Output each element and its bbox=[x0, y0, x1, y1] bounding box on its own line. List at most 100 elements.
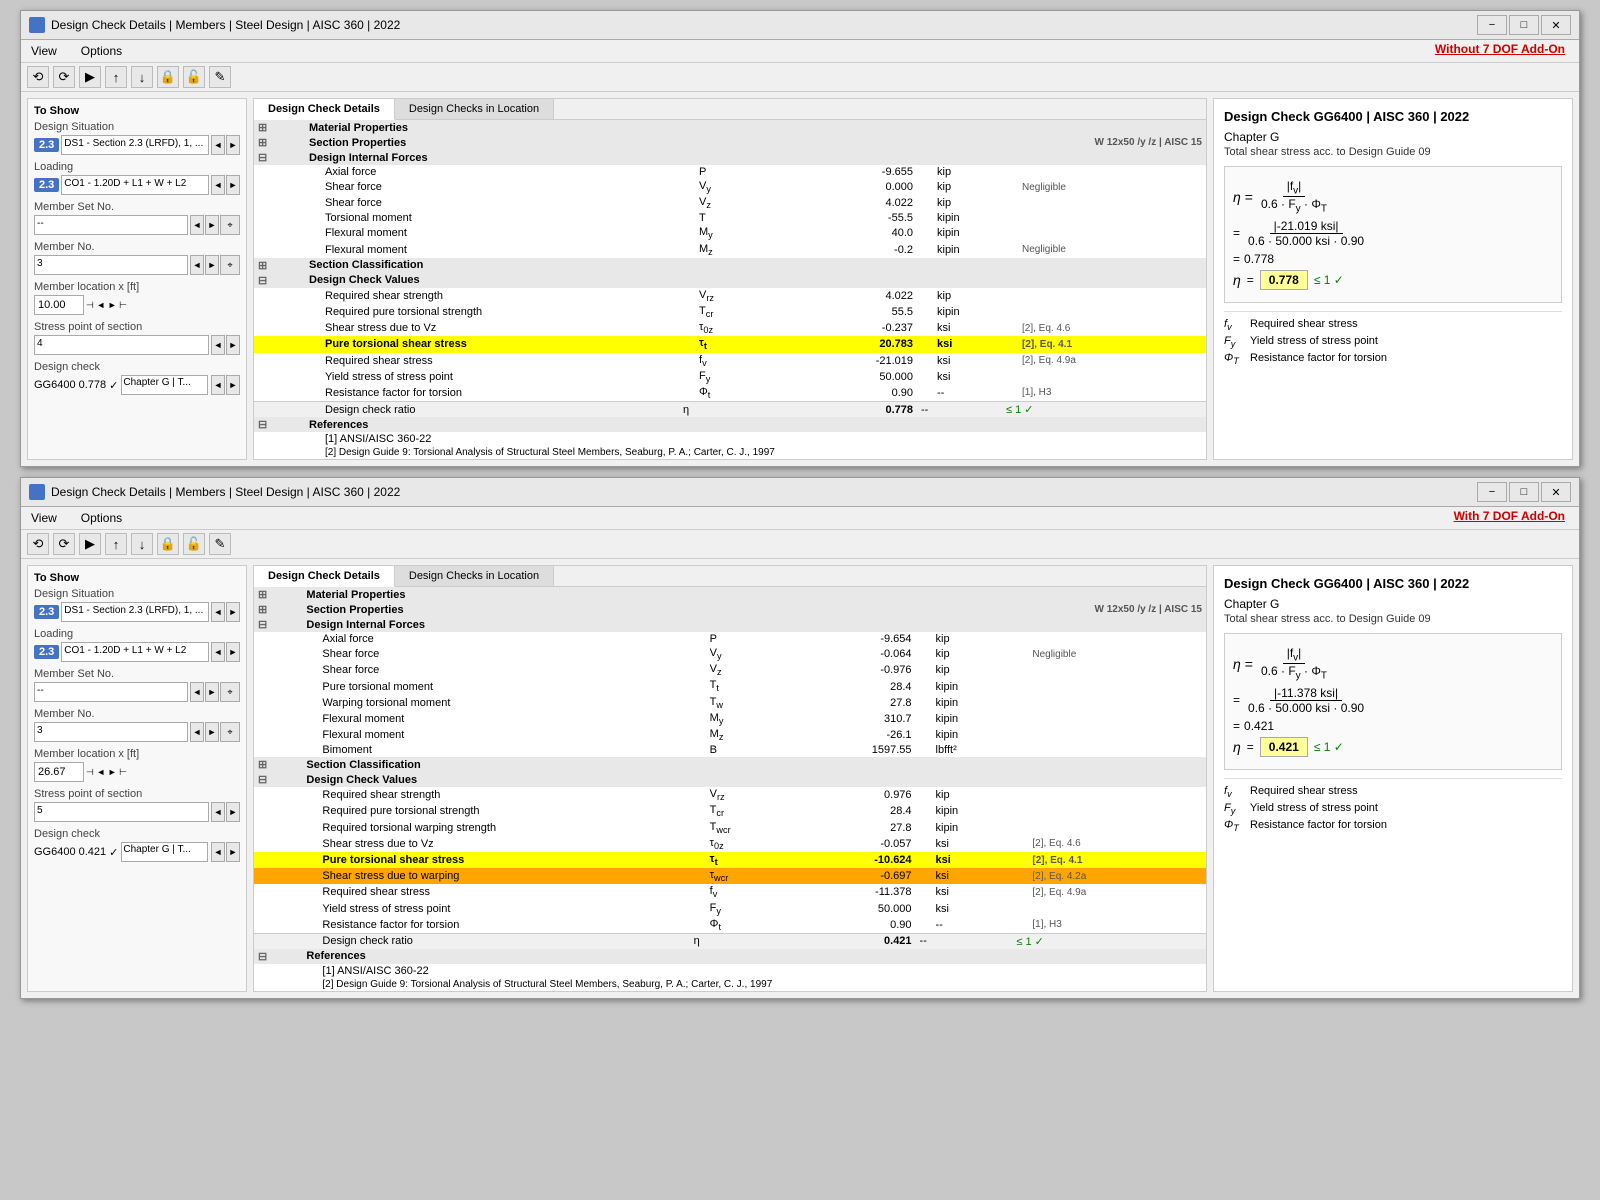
toolbar2-btn-6[interactable]: 🔒 bbox=[157, 533, 179, 555]
member-set-select-2[interactable]: -- bbox=[34, 682, 188, 702]
ms-goto-1[interactable]: ⌖ bbox=[220, 215, 240, 235]
member-no-nav-1[interactable]: ◄ ► ⌖ bbox=[190, 255, 240, 275]
toolbar2-btn-1[interactable]: ⟲ bbox=[27, 533, 49, 555]
title-controls-1[interactable]: − □ ✕ bbox=[1477, 15, 1571, 35]
sp-nav-2[interactable]: ◄ ► bbox=[211, 802, 240, 822]
sp-prev-2[interactable]: ◄ bbox=[211, 802, 225, 822]
mn-next-2[interactable]: ► bbox=[205, 722, 219, 742]
toolbar2-btn-4[interactable]: ↑ bbox=[105, 533, 127, 555]
toolbar-btn-3[interactable]: ▶ bbox=[79, 66, 101, 88]
dc-prev-2[interactable]: ◄ bbox=[211, 842, 225, 862]
loading-next-1[interactable]: ► bbox=[226, 175, 240, 195]
toolbar-btn-4[interactable]: ↑ bbox=[105, 66, 127, 88]
forces-expand-2[interactable]: ⊟ bbox=[258, 619, 267, 631]
menu-options-1[interactable]: Options bbox=[77, 42, 126, 60]
dc-prev-1[interactable]: ◄ bbox=[211, 375, 225, 395]
sec-expand-2[interactable]: ⊞ bbox=[258, 604, 267, 616]
sp-next-2[interactable]: ► bbox=[226, 802, 240, 822]
ds-next-1[interactable]: ► bbox=[226, 135, 240, 155]
loading-select-1[interactable]: CO1 - 1.20D + L1 + W + L2 bbox=[61, 175, 209, 195]
toolbar-btn-1[interactable]: ⟲ bbox=[27, 66, 49, 88]
dcval-expand-2[interactable]: ⊟ bbox=[258, 774, 267, 786]
toolbar-btn-7[interactable]: 🔓 bbox=[183, 66, 205, 88]
dcval-expand-1[interactable]: ⊟ bbox=[258, 275, 267, 287]
dc-next-2[interactable]: ► bbox=[226, 842, 240, 862]
toolbar-btn-8[interactable]: ✎ bbox=[209, 66, 231, 88]
menu-view-2[interactable]: View bbox=[27, 509, 61, 527]
member-loc-input-1[interactable] bbox=[34, 295, 84, 315]
toolbar2-btn-8[interactable]: ✎ bbox=[209, 533, 231, 555]
ds-prev-2[interactable]: ◄ bbox=[211, 602, 225, 622]
mn-goto-2[interactable]: ⌖ bbox=[220, 722, 240, 742]
toolbar2-btn-7[interactable]: 🔓 bbox=[183, 533, 205, 555]
ref-expand-1[interactable]: ⊟ bbox=[258, 419, 267, 431]
mn-prev-2[interactable]: ◄ bbox=[190, 722, 204, 742]
ds-nav-1[interactable]: ◄ ► bbox=[211, 135, 240, 155]
loading-next-2[interactable]: ► bbox=[226, 642, 240, 662]
loading-nav-2[interactable]: ◄ ► bbox=[211, 642, 240, 662]
toolbar-btn-6[interactable]: 🔒 bbox=[157, 66, 179, 88]
mat-expand-1[interactable]: ⊞ bbox=[258, 122, 267, 134]
toolbar-btn-2[interactable]: ⟳ bbox=[53, 66, 75, 88]
member-set-nav-1[interactable]: ◄ ► ⌖ bbox=[190, 215, 240, 235]
ms-goto-2[interactable]: ⌖ bbox=[220, 682, 240, 702]
loading-nav-1[interactable]: ◄ ► bbox=[211, 175, 240, 195]
close-button-1[interactable]: ✕ bbox=[1541, 15, 1571, 35]
ms-next-1[interactable]: ► bbox=[205, 215, 219, 235]
ms-prev-1[interactable]: ◄ bbox=[190, 215, 204, 235]
ds-select-2[interactable]: DS1 - Section 2.3 (LRFD), 1, ... bbox=[61, 602, 209, 622]
ms-prev-2[interactable]: ◄ bbox=[190, 682, 204, 702]
mn-prev-1[interactable]: ◄ bbox=[190, 255, 204, 275]
ds-select-1[interactable]: DS1 - Section 2.3 (LRFD), 1, ... bbox=[61, 135, 209, 155]
member-set-select-1[interactable]: -- bbox=[34, 215, 188, 235]
ms-next-2[interactable]: ► bbox=[205, 682, 219, 702]
member-no-nav-2[interactable]: ◄ ► ⌖ bbox=[190, 722, 240, 742]
tab-details-2[interactable]: Design Check Details bbox=[254, 566, 395, 587]
loading-prev-2[interactable]: ◄ bbox=[211, 642, 225, 662]
tab-details-1[interactable]: Design Check Details bbox=[254, 99, 395, 120]
dc-chapter-select-1[interactable]: Chapter G | T... bbox=[121, 375, 208, 395]
member-no-select-1[interactable]: 3 bbox=[34, 255, 188, 275]
sec-expand-1[interactable]: ⊞ bbox=[258, 137, 267, 149]
toolbar-btn-5[interactable]: ↓ bbox=[131, 66, 153, 88]
forces-expand-1[interactable]: ⊟ bbox=[258, 152, 267, 164]
loading-select-2[interactable]: CO1 - 1.20D + L1 + W + L2 bbox=[61, 642, 209, 662]
menu-view-1[interactable]: View bbox=[27, 42, 61, 60]
mn-goto-1[interactable]: ⌖ bbox=[220, 255, 240, 275]
dc-nav-2[interactable]: ◄ ► bbox=[211, 842, 240, 862]
ds-next-2[interactable]: ► bbox=[226, 602, 240, 622]
maximize-button-2[interactable]: □ bbox=[1509, 482, 1539, 502]
dc-chapter-select-2[interactable]: Chapter G | T... bbox=[121, 842, 208, 862]
minimize-button-2[interactable]: − bbox=[1477, 482, 1507, 502]
close-button-2[interactable]: ✕ bbox=[1541, 482, 1571, 502]
stress-point-select-1[interactable]: 4 bbox=[34, 335, 209, 355]
toolbar2-btn-3[interactable]: ▶ bbox=[79, 533, 101, 555]
mn-next-1[interactable]: ► bbox=[205, 255, 219, 275]
addon-link-1[interactable]: Without 7 DOF Add-On bbox=[1435, 42, 1565, 60]
ds-prev-1[interactable]: ◄ bbox=[211, 135, 225, 155]
toolbar2-btn-5[interactable]: ↓ bbox=[131, 533, 153, 555]
sp-nav-1[interactable]: ◄ ► bbox=[211, 335, 240, 355]
member-set-nav-2[interactable]: ◄ ► ⌖ bbox=[190, 682, 240, 702]
ref-expand-2[interactable]: ⊟ bbox=[258, 951, 267, 963]
dc-nav-1[interactable]: ◄ ► bbox=[211, 375, 240, 395]
stress-point-select-2[interactable]: 5 bbox=[34, 802, 209, 822]
secclass-expand-2[interactable]: ⊞ bbox=[258, 759, 267, 771]
sp-next-1[interactable]: ► bbox=[226, 335, 240, 355]
mat-expand-2[interactable]: ⊞ bbox=[258, 589, 267, 601]
minimize-button-1[interactable]: − bbox=[1477, 15, 1507, 35]
member-loc-input-2[interactable] bbox=[34, 762, 84, 782]
dc-next-1[interactable]: ► bbox=[226, 375, 240, 395]
member-no-select-2[interactable]: 3 bbox=[34, 722, 188, 742]
tab-location-2[interactable]: Design Checks in Location bbox=[395, 566, 554, 586]
ds-nav-2[interactable]: ◄ ► bbox=[211, 602, 240, 622]
secclass-expand-1[interactable]: ⊞ bbox=[258, 260, 267, 272]
loading-prev-1[interactable]: ◄ bbox=[211, 175, 225, 195]
tab-location-1[interactable]: Design Checks in Location bbox=[395, 99, 554, 119]
title-controls-2[interactable]: − □ ✕ bbox=[1477, 482, 1571, 502]
menu-options-2[interactable]: Options bbox=[77, 509, 126, 527]
addon-link-2[interactable]: With 7 DOF Add-On bbox=[1454, 509, 1565, 527]
toolbar2-btn-2[interactable]: ⟳ bbox=[53, 533, 75, 555]
sp-prev-1[interactable]: ◄ bbox=[211, 335, 225, 355]
maximize-button-1[interactable]: □ bbox=[1509, 15, 1539, 35]
